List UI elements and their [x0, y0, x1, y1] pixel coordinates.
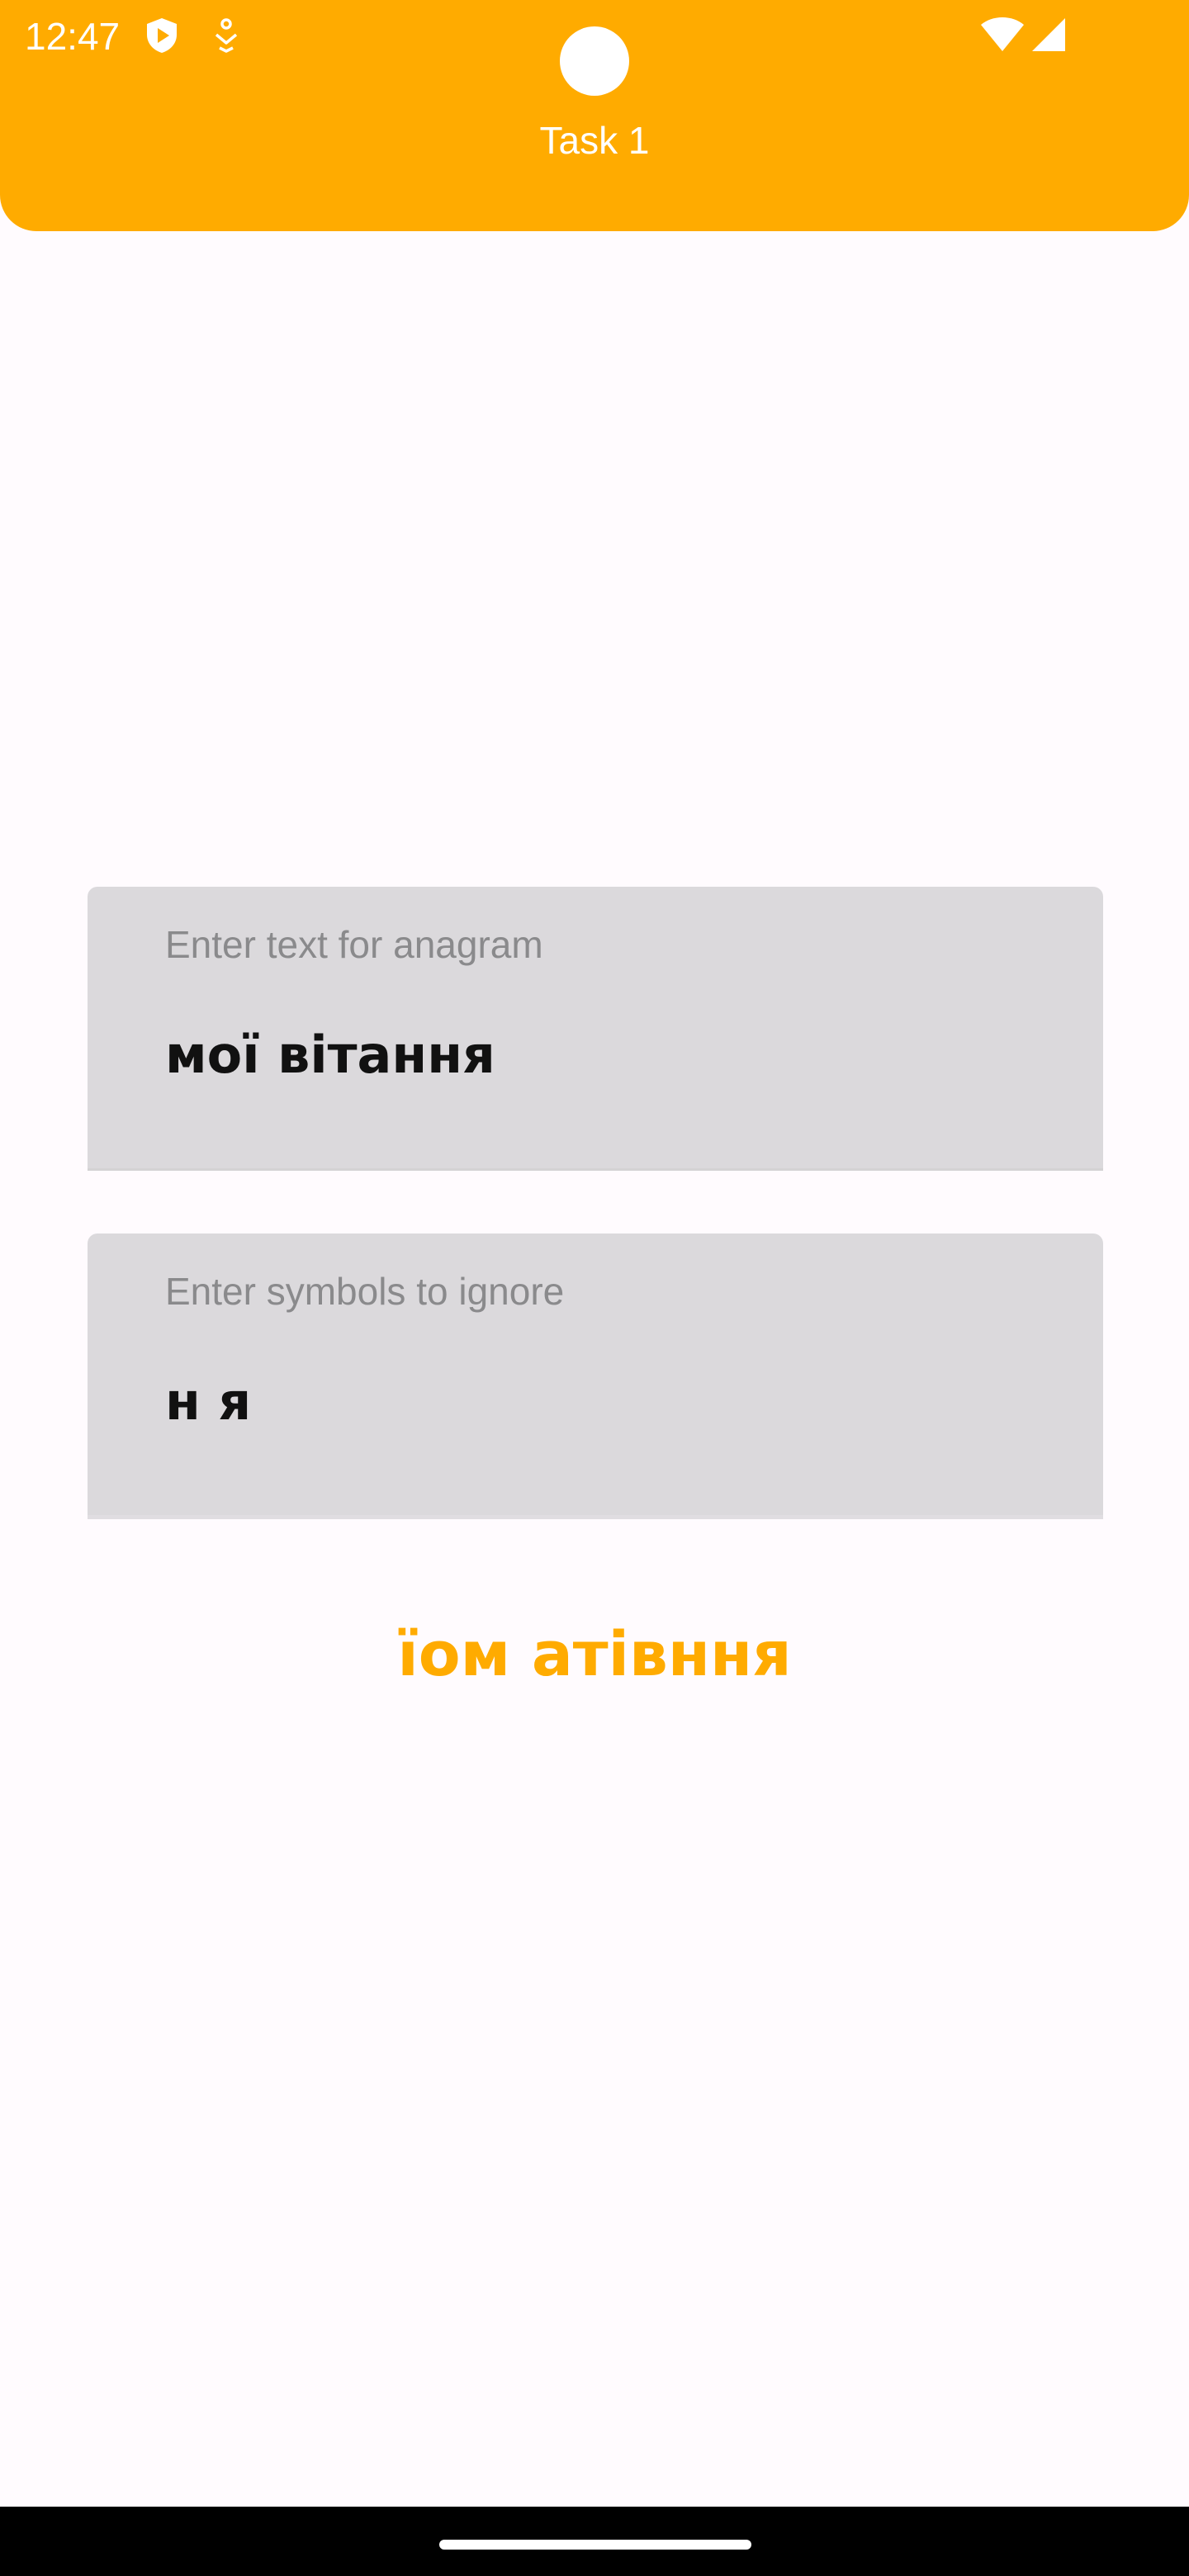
- anagram-field-label: Enter text for anagram: [165, 923, 543, 966]
- anagram-text-field[interactable]: Enter text for anagram мої вітання: [88, 887, 1103, 1171]
- signal-icon: [1032, 18, 1065, 51]
- anagram-input[interactable]: мої вітання: [165, 1022, 1032, 1088]
- ignore-symbols-input[interactable]: н я: [165, 1369, 1032, 1435]
- status-time: 12:47: [25, 15, 121, 58]
- ignore-symbols-text-field[interactable]: Enter symbols to ignore н я: [88, 1234, 1103, 1519]
- wifi-icon: [981, 17, 1024, 51]
- page-title: Task 1: [539, 119, 650, 162]
- ignore-field-label: Enter symbols to ignore: [165, 1270, 565, 1313]
- screen: 12:47 Task 1 Enter text for anagram мої …: [0, 0, 1189, 2576]
- camera-cutout: [560, 26, 629, 96]
- accessibility-icon: [215, 18, 238, 53]
- shield-play-icon: [147, 18, 177, 53]
- navigation-bar: [0, 2507, 1189, 2576]
- anagram-result: їом атівння: [397, 1619, 792, 1690]
- top-app-bar: 12:47 Task 1: [0, 0, 1189, 231]
- home-gesture-handle[interactable]: [439, 2540, 751, 2550]
